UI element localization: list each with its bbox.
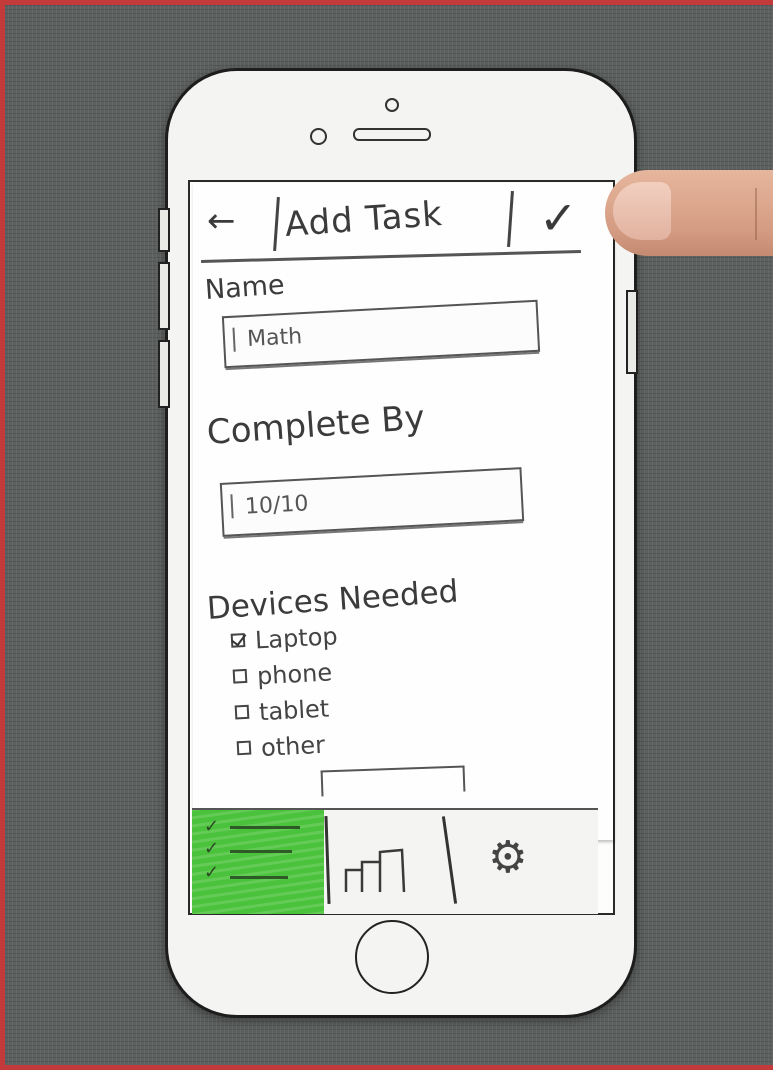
volume-up-button xyxy=(158,262,170,330)
device-option-label: phone xyxy=(256,658,333,691)
volume-down-button xyxy=(158,340,170,408)
complete-by-label: Complete By xyxy=(205,397,426,453)
gear-icon: ⚙ xyxy=(488,832,528,883)
knuckle-crease xyxy=(755,188,757,240)
bar-chart-icon xyxy=(344,848,406,893)
power-button xyxy=(626,290,638,374)
devices-needed-label: Devices Needed xyxy=(205,573,460,627)
name-input-value: Math xyxy=(246,324,303,352)
back-arrow-icon[interactable]: ← xyxy=(207,201,236,241)
device-option-label: other xyxy=(260,730,326,763)
earpiece-speaker xyxy=(353,128,431,141)
home-button[interactable] xyxy=(355,920,429,994)
tab-stats[interactable] xyxy=(332,810,444,914)
device-option-phone[interactable]: phone xyxy=(232,658,333,691)
task-line xyxy=(230,876,288,879)
checklist-icon: ✓ xyxy=(204,816,220,837)
submit-button-outline[interactable] xyxy=(320,765,466,797)
add-task-screen: ← Add Task ✓ Name Math Complete By 10/10… xyxy=(193,183,613,840)
checklist-icon: ✓ xyxy=(204,862,220,883)
front-camera xyxy=(385,98,399,112)
name-label: Name xyxy=(203,269,286,306)
device-option-tablet[interactable]: tablet xyxy=(234,695,330,728)
header-divider-left xyxy=(273,196,280,252)
device-option-other[interactable]: other xyxy=(236,730,326,764)
tab-tasks[interactable]: ✓ ✓ ✓ xyxy=(192,810,324,914)
input-caret xyxy=(232,327,236,352)
phone-checkbox[interactable] xyxy=(232,668,248,684)
laptop-checkbox[interactable] xyxy=(230,633,246,648)
task-line xyxy=(230,850,292,853)
tablet-checkbox[interactable] xyxy=(234,704,250,720)
header-divider-right xyxy=(507,190,514,248)
input-caret xyxy=(230,494,234,519)
device-option-label: Laptop xyxy=(254,622,339,655)
complete-by-input[interactable]: 10/10 xyxy=(219,467,525,537)
device-option-label: tablet xyxy=(258,694,330,727)
page-title: Add Task xyxy=(283,194,445,245)
fingernail xyxy=(613,182,671,240)
other-checkbox[interactable] xyxy=(236,740,252,756)
device-option-laptop[interactable]: Laptop xyxy=(230,622,338,656)
mute-switch xyxy=(158,208,170,252)
task-line xyxy=(230,826,300,829)
tab-divider xyxy=(324,815,331,905)
checklist-icon: ✓ xyxy=(204,838,220,859)
bottom-tab-bar: ✓ ✓ ✓ ⚙ xyxy=(192,808,598,914)
complete-by-input-value: 10/10 xyxy=(244,491,310,520)
tab-settings[interactable]: ⚙ xyxy=(454,810,598,914)
finger-pointer xyxy=(605,170,773,256)
header-underline xyxy=(201,250,581,263)
confirm-checkmark-icon[interactable]: ✓ xyxy=(539,191,578,245)
proximity-sensor xyxy=(310,128,327,145)
name-input[interactable]: Math xyxy=(221,299,541,369)
